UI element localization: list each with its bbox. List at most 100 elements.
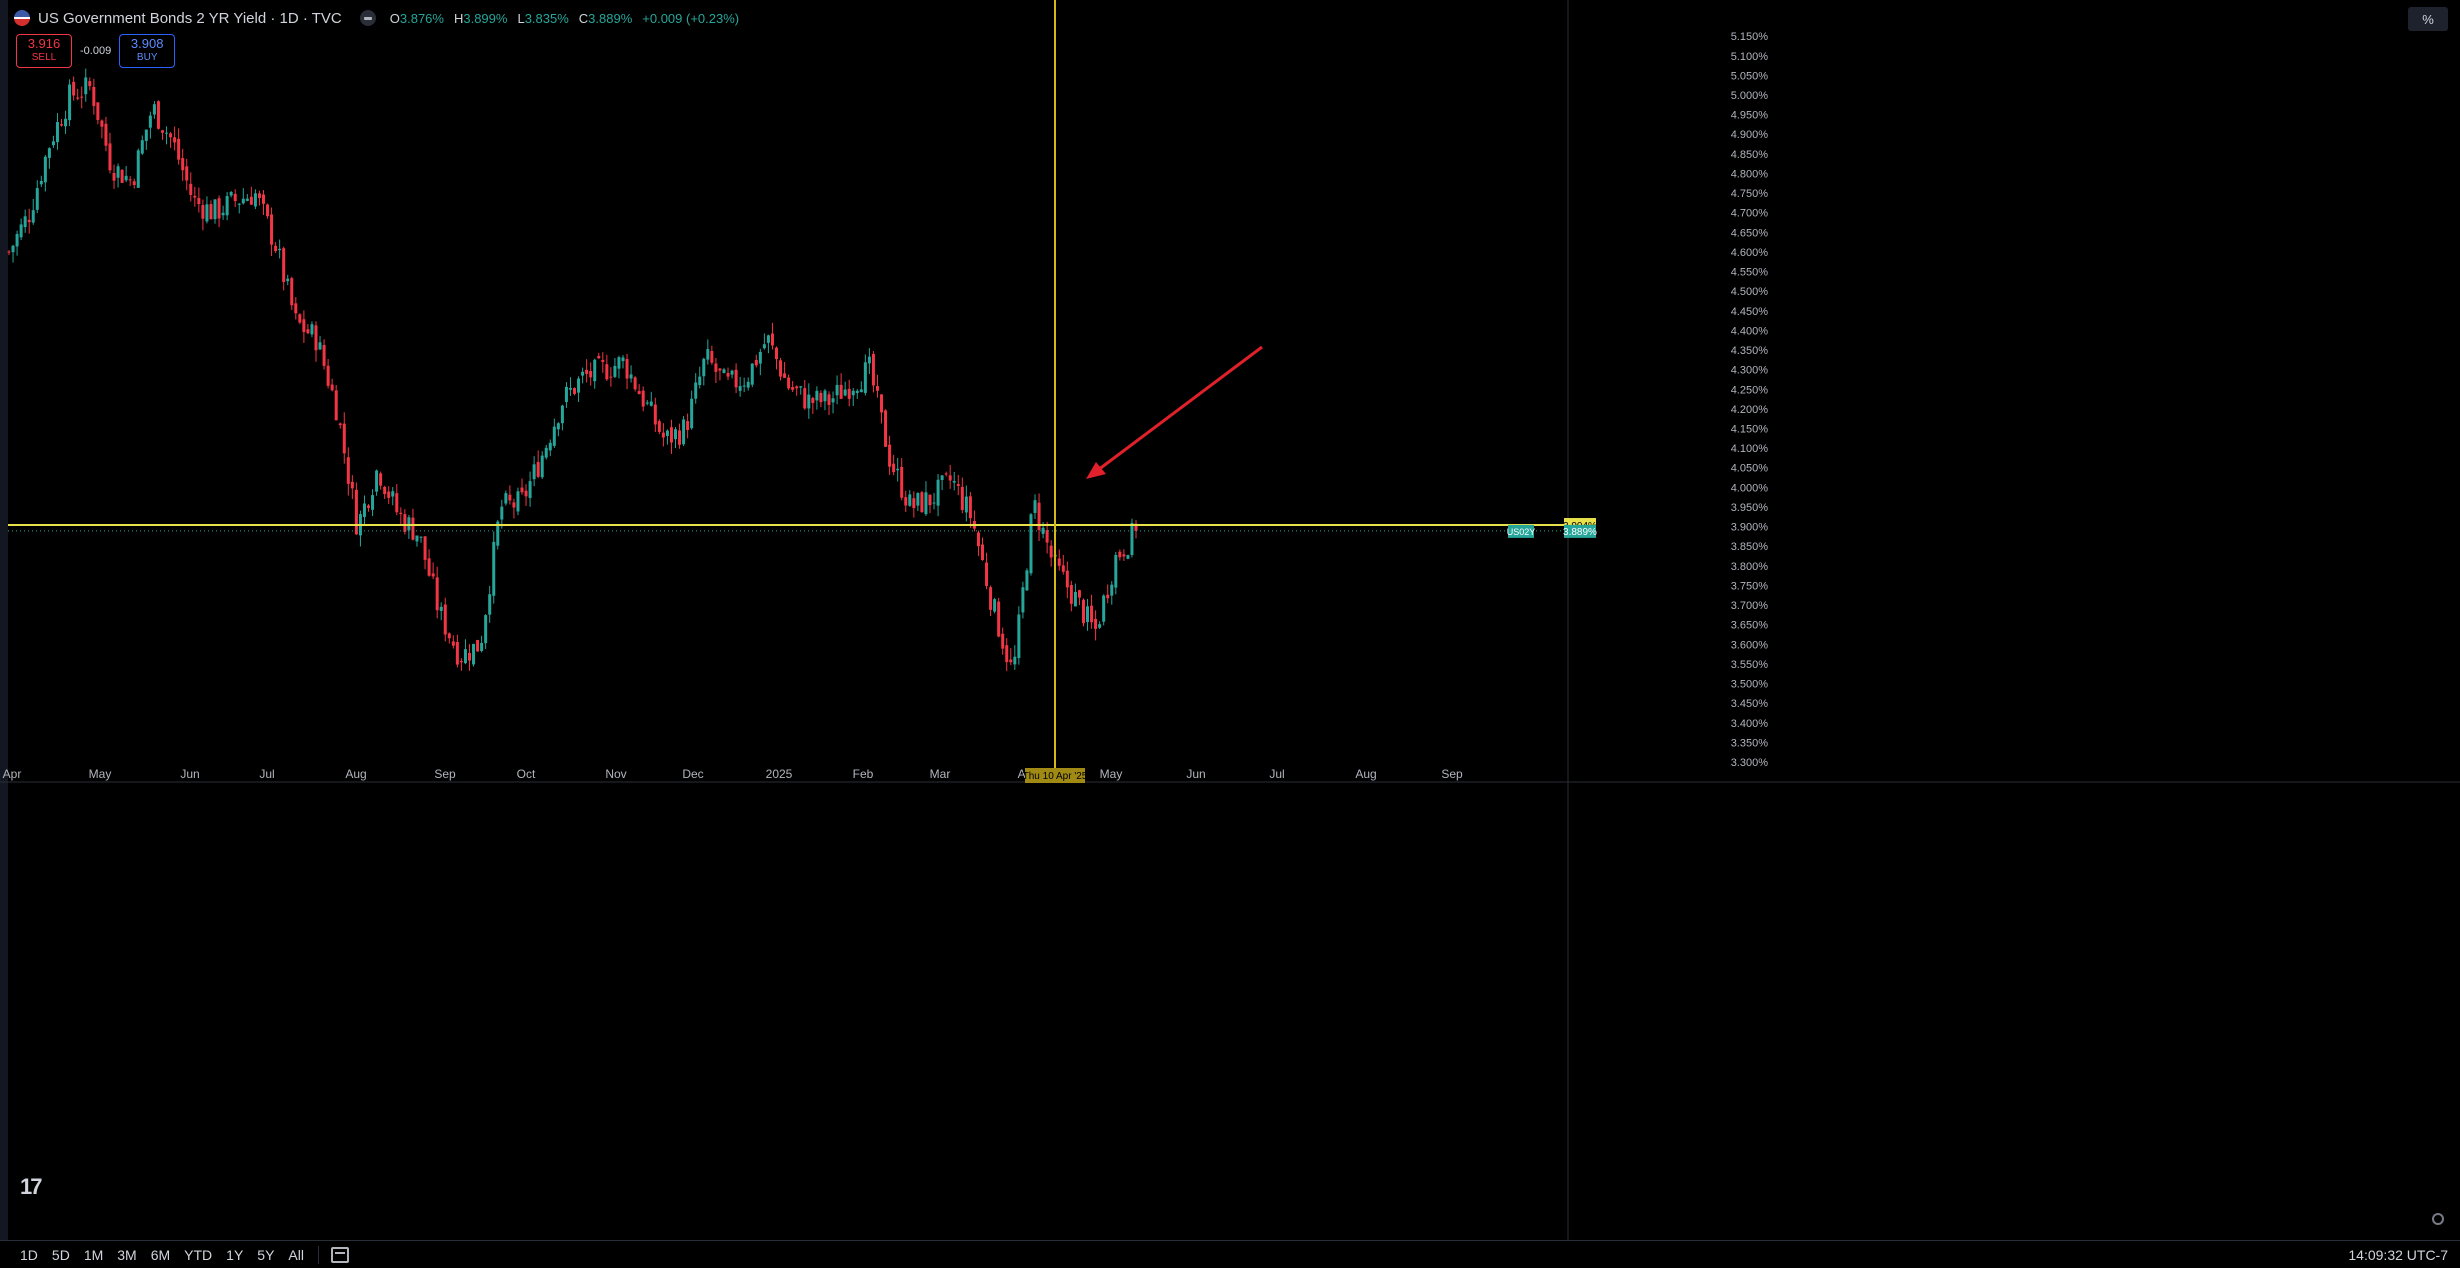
candle-body xyxy=(27,219,31,223)
candle-body xyxy=(993,599,997,612)
clock[interactable]: 14:09:32 UTC-7 xyxy=(2348,1247,2448,1263)
candle-body xyxy=(1033,500,1037,513)
range-5y[interactable]: 5Y xyxy=(251,1245,280,1265)
candle-body xyxy=(1118,551,1122,558)
time-tick-label: Apr xyxy=(3,767,22,781)
time-tick-label: May xyxy=(1100,767,1123,781)
candle-body xyxy=(924,492,928,515)
price-tick-label: 3.650% xyxy=(1731,620,1769,632)
candle-body xyxy=(233,193,237,202)
candle-body xyxy=(140,140,144,154)
candle-body xyxy=(419,536,423,538)
candle-body xyxy=(799,386,803,388)
candle-body xyxy=(605,364,609,380)
candle-body xyxy=(387,491,391,498)
time-tick-label: Jun xyxy=(1186,767,1205,781)
time-tick-label: Aug xyxy=(1355,767,1376,781)
candle-body xyxy=(431,573,435,577)
range-ytd[interactable]: YTD xyxy=(178,1245,218,1265)
candle-body xyxy=(989,587,993,610)
candle-body xyxy=(51,141,55,146)
price-tick-label: 4.200% xyxy=(1731,404,1769,416)
percent-scale-button[interactable]: % xyxy=(2408,7,2448,31)
arrow-annotation[interactable] xyxy=(1097,345,1263,472)
range-3m[interactable]: 3M xyxy=(111,1245,142,1265)
candle-body xyxy=(411,517,415,540)
candle-body xyxy=(694,382,698,399)
candle-body xyxy=(504,493,508,504)
candle-body xyxy=(148,115,152,128)
symbol-title[interactable]: US Government Bonds 2 YR Yield · 1D · TV… xyxy=(38,10,342,27)
price-tick-label: 4.950% xyxy=(1731,110,1769,122)
candle-body xyxy=(237,203,241,205)
price-tick-label: 5.000% xyxy=(1731,90,1769,102)
candle-body xyxy=(851,390,855,396)
go-to-date-icon[interactable] xyxy=(330,1246,349,1263)
time-tick-label: Sep xyxy=(1441,767,1463,781)
candle-body xyxy=(653,404,657,425)
range-1d[interactable]: 1D xyxy=(14,1245,44,1265)
candle-body xyxy=(718,368,722,371)
price-chart[interactable]: 5.150% 5.100% 5.050% 5.000% 4.950% 4.900% 4.85… xyxy=(0,0,2460,1267)
close-value: 3.889% xyxy=(588,10,633,26)
range-1m[interactable]: 1M xyxy=(78,1245,109,1265)
candle-body xyxy=(884,410,888,447)
candle-body xyxy=(286,278,290,282)
high-value: 3.899% xyxy=(463,10,508,26)
candle-body xyxy=(690,398,694,429)
price-tick-label: 3.900% xyxy=(1731,522,1769,534)
settings-icon[interactable] xyxy=(2432,1213,2444,1225)
candle-body xyxy=(31,210,35,223)
candle-body xyxy=(108,143,112,171)
candle-body xyxy=(310,324,314,335)
candle-body xyxy=(47,148,51,158)
candle-body xyxy=(811,397,815,403)
price-tick-label: 3.500% xyxy=(1731,679,1769,691)
candle-body xyxy=(1122,554,1126,557)
range-5d[interactable]: 5D xyxy=(46,1245,76,1265)
candle-body xyxy=(112,173,116,181)
candle-body xyxy=(205,204,209,222)
candle-body xyxy=(463,649,467,664)
range-all[interactable]: All xyxy=(282,1245,310,1265)
time-tick-label: Nov xyxy=(605,767,626,781)
candle-body xyxy=(1106,594,1110,599)
candle-body xyxy=(928,494,932,506)
candle-body xyxy=(209,204,213,220)
candle-body xyxy=(165,132,169,134)
candle-body xyxy=(573,388,577,394)
candle-body xyxy=(831,398,835,403)
candle-body xyxy=(678,430,682,445)
range-1y[interactable]: 1Y xyxy=(220,1245,249,1265)
candle-body xyxy=(282,248,286,283)
candle-body xyxy=(391,491,395,497)
candle-body xyxy=(617,357,621,369)
hide-legend-icon[interactable] xyxy=(359,10,376,26)
candle-body xyxy=(35,188,39,210)
sell-button[interactable]: 3.916 SELL xyxy=(16,34,72,68)
candle-body xyxy=(710,350,714,363)
candle-body xyxy=(867,356,871,364)
price-tick-label: 4.600% xyxy=(1731,247,1769,259)
candle-body xyxy=(403,514,407,532)
price-tick-label: 5.150% xyxy=(1731,31,1769,43)
candle-body xyxy=(177,138,181,160)
candle-body xyxy=(362,503,366,517)
candle-body xyxy=(936,479,940,506)
candle-body xyxy=(423,536,427,560)
candle-body xyxy=(952,481,956,483)
candle-body xyxy=(637,391,641,395)
time-tick-label: Oct xyxy=(517,767,536,781)
candle-body xyxy=(520,487,524,493)
candle-body xyxy=(298,314,302,323)
price-tick-label: 3.300% xyxy=(1731,757,1769,769)
candle-body xyxy=(807,394,811,409)
price-tick-label: 4.550% xyxy=(1731,267,1769,279)
candle-body xyxy=(480,642,484,651)
price-axis[interactable] xyxy=(1568,0,2460,1240)
candle-body xyxy=(64,118,68,127)
buy-button[interactable]: 3.908 BUY xyxy=(119,34,176,68)
range-6m[interactable]: 6M xyxy=(145,1245,176,1265)
candle-body xyxy=(43,156,47,183)
time-tick-label: 2025 xyxy=(766,767,793,781)
